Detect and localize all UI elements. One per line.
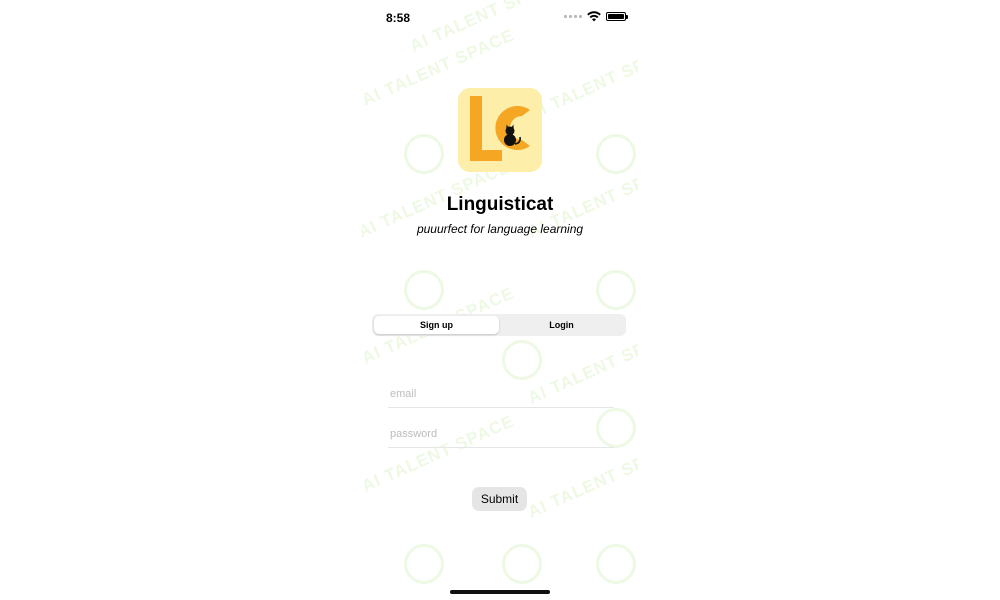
home-indicator[interactable]	[450, 590, 550, 594]
watermark-emblem	[596, 270, 636, 310]
watermark-text: AI TALENT SPACE	[525, 437, 638, 522]
tab-sign-up[interactable]: Sign up	[374, 316, 499, 334]
watermark-emblem	[502, 340, 542, 380]
watermark-emblem	[404, 270, 444, 310]
phone-screen: AI TALENT SPACE AI TALENT SPACE AI TALEN…	[362, 0, 638, 600]
wifi-icon	[587, 11, 601, 22]
submit-button[interactable]: Submit	[472, 487, 527, 511]
tab-login[interactable]: Login	[499, 316, 624, 334]
app-tagline: puuurfect for language learning	[416, 222, 584, 236]
watermark-emblem	[596, 544, 636, 584]
status-icons	[564, 11, 628, 22]
watermark-emblem	[596, 134, 636, 174]
password-field[interactable]	[388, 421, 614, 448]
auth-mode-segmented-control: Sign up Login	[372, 314, 626, 336]
watermark-emblem	[502, 544, 542, 584]
email-field[interactable]	[388, 381, 614, 408]
cat-icon	[504, 124, 521, 146]
app-title: Linguisticat	[446, 194, 554, 215]
battery-icon	[606, 12, 628, 21]
watermark-emblem	[404, 134, 444, 174]
logo-mark	[470, 96, 530, 161]
app-logo	[458, 88, 542, 172]
signal-dots-icon	[564, 15, 582, 18]
watermark-emblem	[404, 544, 444, 584]
status-time: 8:58	[386, 11, 411, 25]
